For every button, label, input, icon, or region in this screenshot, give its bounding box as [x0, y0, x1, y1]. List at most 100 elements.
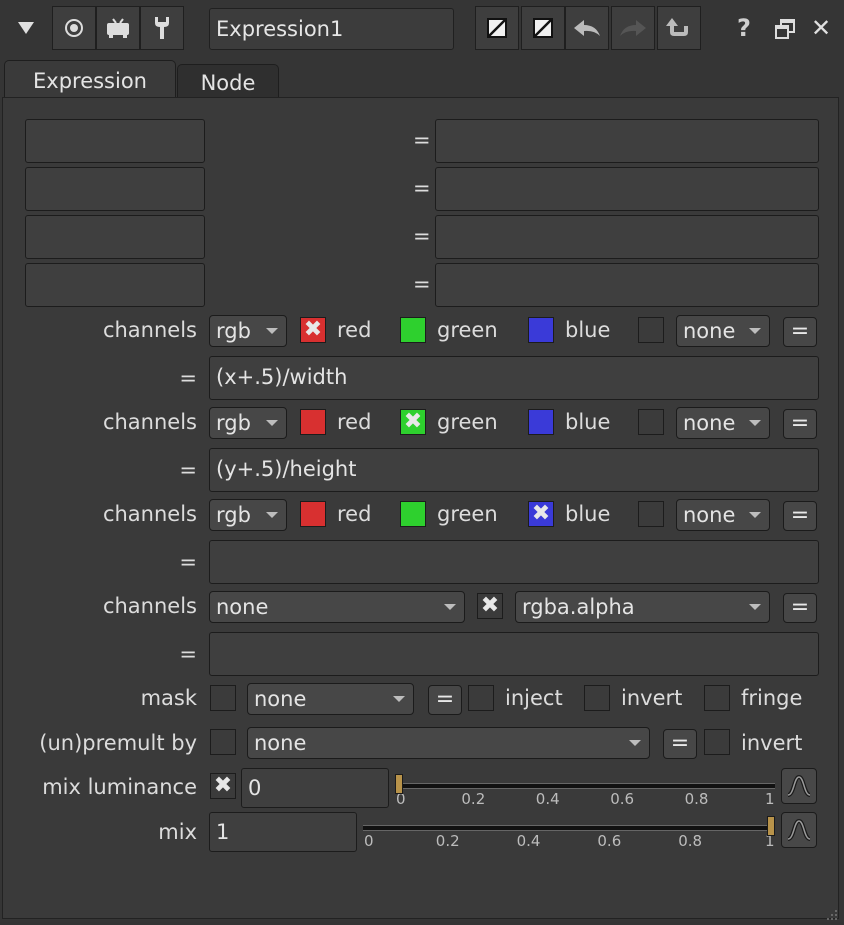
expression-field-3[interactable]: [209, 632, 819, 676]
channels-label: channels: [102, 410, 197, 434]
fringe-checkbox[interactable]: [704, 685, 730, 711]
alpha-layer-dropdown[interactable]: none: [209, 591, 465, 623]
float-icon[interactable]: [774, 18, 796, 40]
mask-invert-checkbox[interactable]: [584, 685, 610, 711]
temp-expr-field-2[interactable]: [435, 215, 819, 259]
extra-channel-dropdown[interactable]: none: [676, 499, 770, 531]
green-checkbox[interactable]: ✖: [400, 409, 426, 435]
channel-layer-dropdown[interactable]: rgb: [209, 315, 287, 347]
wrench-icon[interactable]: [140, 6, 184, 50]
expression-field-1[interactable]: (y+.5)/height: [209, 448, 819, 492]
temp-name-field-1[interactable]: [25, 167, 205, 211]
viewer-icon[interactable]: [52, 6, 96, 50]
slider-handle[interactable]: [767, 816, 775, 836]
blue-checkbox[interactable]: ✖: [528, 501, 554, 527]
check-x-icon: ✖: [480, 593, 500, 618]
inject-checkbox[interactable]: [468, 685, 494, 711]
channel-equals-button[interactable]: =: [783, 317, 817, 347]
mask-channel-dropdown[interactable]: none: [247, 683, 414, 715]
channels-label: channels: [102, 594, 197, 618]
alpha-channel-checkbox[interactable]: ✖: [477, 593, 503, 619]
red-checkbox[interactable]: [300, 409, 326, 435]
close-icon[interactable]: ✕: [808, 14, 834, 42]
mix-luminance-checkbox[interactable]: ✖: [210, 773, 236, 799]
blue-label: blue: [565, 318, 611, 342]
mix-luminance-slider[interactable]: 0 0.2 0.4 0.6 0.8 1: [395, 768, 775, 808]
channel-layer-dropdown[interactable]: rgb: [209, 499, 287, 531]
green-label: green: [437, 318, 498, 342]
expression-field-2[interactable]: [209, 540, 819, 584]
tab-node[interactable]: Node: [177, 64, 279, 98]
premult-channel-dropdown[interactable]: none: [247, 727, 650, 759]
extra-channel-checkbox[interactable]: [638, 317, 664, 343]
slider-handle[interactable]: [395, 774, 403, 794]
collapse-icon[interactable]: [4, 6, 48, 50]
blue-checkbox[interactable]: [528, 317, 554, 343]
chevron-down-icon: [749, 420, 761, 426]
tab-expression[interactable]: Expression: [4, 60, 176, 98]
channel-layer-dropdown[interactable]: rgb: [209, 407, 287, 439]
mix-slider[interactable]: 0 0.2 0.4 0.6 0.8 1: [363, 810, 775, 850]
dropdown-value: none: [683, 411, 736, 435]
slider-tick-label: 0.4: [516, 832, 541, 850]
green-label: green: [437, 502, 498, 526]
extra-channel-dropdown[interactable]: none: [676, 407, 770, 439]
premult-checkbox[interactable]: [210, 729, 236, 755]
output-toggle-icon[interactable]: [521, 6, 565, 50]
expr-eq-label: =: [179, 366, 197, 390]
channel-equals-button[interactable]: =: [783, 409, 817, 439]
mask-checkbox[interactable]: [210, 685, 236, 711]
temp-name-field-0[interactable]: [25, 119, 205, 163]
green-label: green: [437, 410, 498, 434]
chevron-down-icon: [749, 512, 761, 518]
revert-icon[interactable]: [657, 6, 701, 50]
chevron-down-icon: [444, 604, 456, 610]
expr-eq-label: =: [179, 458, 197, 482]
expression-field-0[interactable]: (x+.5)/width: [209, 356, 819, 400]
extra-channel-checkbox[interactable]: [638, 501, 664, 527]
chevron-down-icon: [629, 740, 641, 746]
inject-label: inject: [505, 686, 563, 710]
green-checkbox[interactable]: [400, 317, 426, 343]
red-checkbox[interactable]: ✖: [300, 317, 326, 343]
expr-eq-label: =: [179, 642, 197, 666]
help-icon[interactable]: ?: [732, 14, 756, 44]
mask-label: mask: [140, 686, 197, 710]
mask-equals-button[interactable]: =: [428, 685, 462, 715]
slider-tick-label: 0.6: [610, 790, 635, 808]
node-name-field[interactable]: Expression1: [209, 8, 454, 50]
resize-grip-icon[interactable]: [826, 906, 838, 920]
mix-luminance-label: mix luminance: [42, 775, 197, 799]
chevron-down-icon: [749, 328, 761, 334]
monitor-icon[interactable]: [96, 6, 140, 50]
mix-value-field[interactable]: 1: [209, 812, 357, 852]
channel-equals-button[interactable]: =: [783, 593, 817, 623]
temp-expr-field-0[interactable]: [435, 119, 819, 163]
input-toggle-icon[interactable]: [475, 6, 519, 50]
mix-luminance-value-field[interactable]: 0: [241, 768, 389, 808]
dropdown-value: rgb: [216, 319, 251, 343]
premult-invert-checkbox[interactable]: [704, 729, 730, 755]
slider-tick-label: 0.2: [435, 832, 460, 850]
mask-invert-label: invert: [621, 686, 683, 710]
slider-track: [363, 825, 775, 831]
extra-channel-dropdown[interactable]: none: [676, 315, 770, 347]
redo-icon[interactable]: [611, 6, 655, 50]
undo-icon[interactable]: [565, 6, 609, 50]
temp-expr-field-3[interactable]: [435, 263, 819, 307]
temp-expr-field-1[interactable]: [435, 167, 819, 211]
green-checkbox[interactable]: [400, 501, 426, 527]
red-checkbox[interactable]: [300, 501, 326, 527]
temp-eq-label: =: [413, 176, 431, 200]
channel-equals-button[interactable]: =: [783, 501, 817, 531]
alpha-channel-dropdown[interactable]: rgba.alpha: [515, 591, 770, 623]
blue-checkbox[interactable]: [528, 409, 554, 435]
temp-name-field-2[interactable]: [25, 215, 205, 259]
extra-channel-checkbox[interactable]: [638, 409, 664, 435]
slider-tick-label: 0.2: [461, 790, 486, 808]
premult-equals-button[interactable]: =: [663, 729, 697, 759]
animation-curve-button[interactable]: [781, 812, 817, 848]
temp-name-field-3[interactable]: [25, 263, 205, 307]
animation-curve-button[interactable]: [781, 768, 817, 804]
chevron-down-icon: [749, 604, 761, 610]
